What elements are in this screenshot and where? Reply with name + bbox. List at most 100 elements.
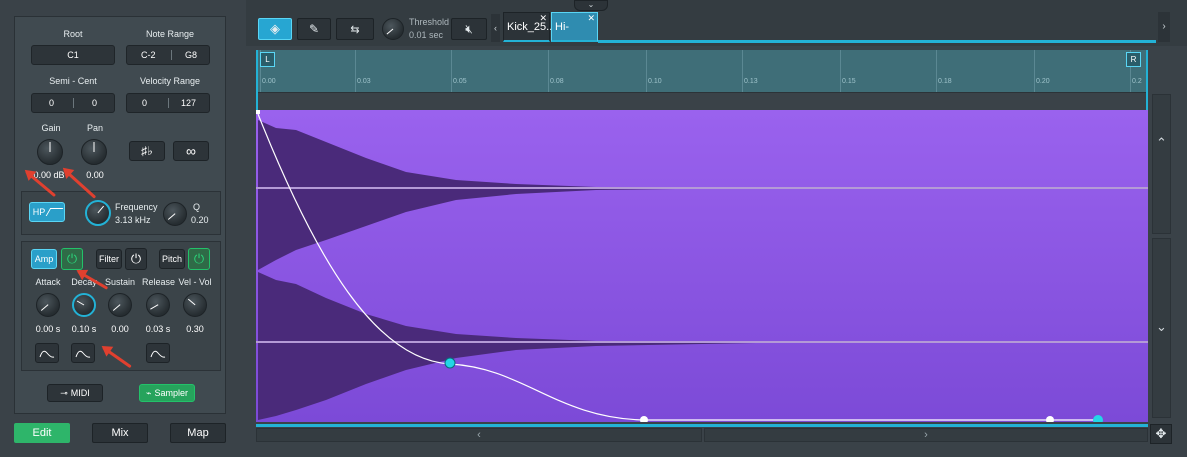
- left-loop-marker[interactable]: L: [260, 52, 275, 67]
- curve-icon: [75, 350, 91, 358]
- vel-vol-value: 0.30: [186, 324, 204, 334]
- zoom-up-button[interactable]: ⌃: [1152, 94, 1171, 234]
- gain-knob[interactable]: [37, 139, 63, 165]
- close-icon[interactable]: ✕: [587, 4, 595, 32]
- tick-label: 0.20: [1036, 78, 1050, 85]
- decay-curve-button[interactable]: [71, 343, 95, 363]
- tick-label: 0.00: [262, 78, 276, 85]
- note-range-label: Note Range: [145, 29, 195, 39]
- threshold-knob[interactable]: [382, 18, 404, 40]
- semi-value: 0: [49, 98, 55, 108]
- loop-button[interactable]: ∞: [173, 141, 209, 161]
- midi-icon: ⊸: [60, 387, 68, 398]
- pan-label: Pan: [86, 123, 103, 133]
- decay-knob[interactable]: [72, 293, 96, 317]
- layers-icon: ◈: [270, 21, 280, 36]
- mute-button[interactable]: 🔇︎: [451, 18, 487, 40]
- zoom-down-button[interactable]: ⌄: [1152, 238, 1171, 418]
- attack-curve-button[interactable]: [35, 343, 59, 363]
- sustain-label: Sustain: [105, 277, 136, 287]
- tab-edit[interactable]: Edit: [14, 423, 70, 443]
- decay-value: 0.10 s: [71, 324, 97, 334]
- sustain-knob[interactable]: [108, 293, 132, 317]
- attack-label: Attack: [35, 277, 61, 287]
- q-value: 0.20: [191, 215, 209, 225]
- attack-value: 0.00 s: [35, 324, 61, 334]
- curve-icon: [150, 350, 166, 358]
- power-icon: ⏻: [66, 251, 78, 266]
- move-button[interactable]: ✥: [1150, 424, 1172, 444]
- close-icon[interactable]: ✕: [539, 4, 547, 32]
- tab-amp[interactable]: Amp: [31, 249, 57, 269]
- tab-pitch[interactable]: Pitch: [159, 249, 185, 269]
- midi-button[interactable]: ⊸ MIDI: [47, 384, 103, 402]
- q-knob[interactable]: [163, 202, 187, 226]
- tab-scroll-left[interactable]: ‹: [491, 14, 500, 42]
- semi-cent-label: Semi - Cent: [49, 76, 97, 86]
- envelope-node-end: [1093, 415, 1103, 422]
- root-value: C1: [67, 50, 79, 60]
- pitch-power-button[interactable]: ⏻: [188, 248, 210, 270]
- tab-kick-label: Kick_25...: [507, 21, 556, 33]
- release-curve-button[interactable]: [146, 343, 170, 363]
- chevron-left-icon: ‹: [477, 429, 481, 441]
- tab-underline: [598, 40, 1156, 43]
- chevron-up-icon: ⌃: [1156, 135, 1167, 150]
- tick-label: 0.18: [938, 78, 952, 85]
- chevron-right-icon: ›: [1162, 21, 1166, 32]
- attack-knob[interactable]: [36, 293, 60, 317]
- envelope-node-sustain: [640, 416, 648, 422]
- release-knob[interactable]: [146, 293, 170, 317]
- marker-lane[interactable]: [256, 92, 1148, 111]
- note-range-low: C-2: [141, 50, 156, 60]
- root-field[interactable]: C1: [31, 45, 115, 65]
- pencil-icon: ✎: [308, 22, 320, 36]
- right-loop-marker[interactable]: R: [1126, 52, 1141, 67]
- tab-map[interactable]: Map: [170, 423, 226, 443]
- tick-label: 0.10: [648, 78, 662, 85]
- time-ruler[interactable]: 0.00 0.03 0.05 0.08 0.10 0.13 0.15 0.18 …: [256, 50, 1148, 92]
- tab-kick[interactable]: Kick_25... ✕: [503, 12, 555, 42]
- envelope-node-decay: [444, 357, 456, 369]
- chevron-down-icon: ⌄: [1156, 319, 1167, 334]
- frequency-value: 3.13 kHz: [115, 215, 151, 225]
- release-value: 0.03 s: [145, 324, 171, 334]
- scroll-left-button[interactable]: ‹: [256, 428, 702, 442]
- power-icon: ⏻: [193, 251, 205, 266]
- scroll-right-button[interactable]: ›: [704, 428, 1148, 442]
- sustain-value: 0.00: [111, 324, 129, 334]
- semi-cent-field[interactable]: 0 0: [31, 93, 115, 113]
- pencil-button[interactable]: ✎: [297, 18, 331, 40]
- highpass-icon: [45, 208, 64, 216]
- q-label: Q: [193, 202, 201, 212]
- sharp-flat-button[interactable]: ♯♭: [129, 141, 165, 161]
- scroll-position-bar: [256, 424, 1148, 427]
- chevron-left-icon: ‹: [494, 23, 497, 33]
- velocity-range-field[interactable]: 0 127: [126, 93, 210, 113]
- chevron-right-icon: ›: [924, 429, 928, 441]
- vel-vol-knob[interactable]: [183, 293, 207, 317]
- filter-power-button[interactable]: ⏻: [125, 248, 147, 270]
- frequency-label: Frequency: [115, 202, 158, 212]
- note-range-field[interactable]: C-2 G8: [126, 45, 210, 65]
- layers-button[interactable]: ◈: [258, 18, 292, 40]
- tab-hihat[interactable]: Hi-Hat_... ✕: [551, 12, 598, 61]
- frequency-knob[interactable]: [85, 200, 111, 226]
- note-range-high: G8: [185, 50, 198, 60]
- pan-value: 0.00: [86, 170, 104, 180]
- waveform-display[interactable]: [256, 110, 1148, 422]
- tab-mix[interactable]: Mix: [92, 423, 148, 443]
- threshold-value: 0.01 sec: [409, 30, 444, 40]
- pan-knob[interactable]: [81, 139, 107, 165]
- tick-label: 0.08: [550, 78, 564, 85]
- slice-button[interactable]: ⇆: [336, 18, 374, 40]
- gain-label: Gain: [41, 123, 61, 133]
- loop-icon: ∞: [186, 143, 196, 159]
- filter-type-button[interactable]: HP: [29, 202, 65, 222]
- filter-type-label: HP: [32, 207, 46, 217]
- curve-icon: [39, 350, 55, 358]
- tab-filter[interactable]: Filter: [96, 249, 122, 269]
- sampler-button[interactable]: ⌁ Sampler: [139, 384, 195, 402]
- tab-scroll-right[interactable]: ›: [1158, 12, 1170, 42]
- move-icon: ✥: [1155, 426, 1167, 441]
